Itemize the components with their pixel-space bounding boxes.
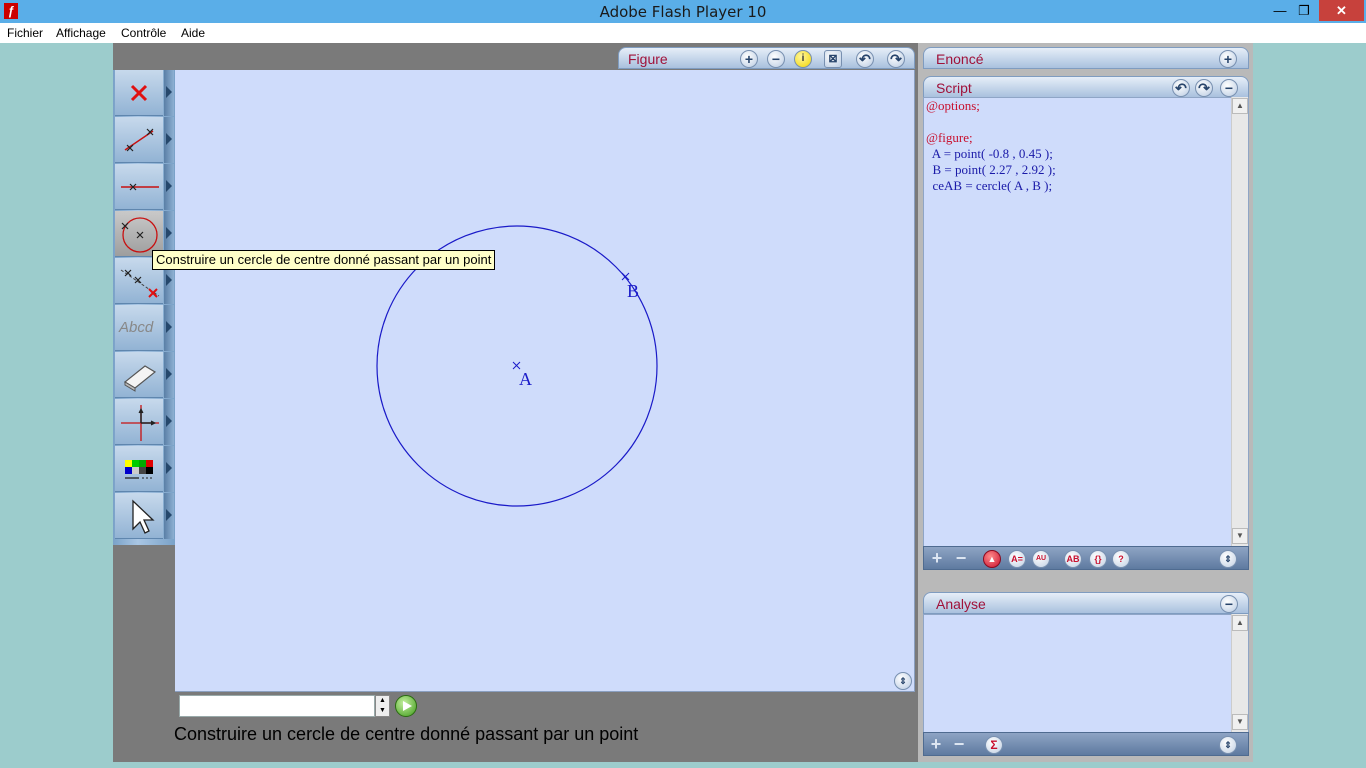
eraser-icon	[123, 365, 157, 392]
enonce-panel-title: Enoncé	[936, 51, 984, 67]
script-line-6: ceAB = cercle( A , B );	[926, 178, 1053, 193]
tool-text-button[interactable]: Abcd	[115, 305, 163, 351]
tool-line-button[interactable]	[115, 164, 163, 210]
script-line-4: A = point( -0.8 , 0.45 );	[926, 146, 1053, 161]
analyse-panel-header: Analyse −	[923, 592, 1249, 614]
script-line-3: @figure;	[926, 130, 973, 145]
analyse-toggle-icon[interactable]: ⇕	[1219, 736, 1237, 754]
enonce-expand-button[interactable]: +	[1219, 50, 1237, 68]
script-collapse-button[interactable]: −	[1220, 79, 1238, 97]
menu-controle[interactable]: Contrôle	[121, 26, 166, 40]
script-toolbar: + − ▲ A= AU AB {} ? ⇕	[923, 546, 1249, 570]
tool-colors-button[interactable]	[115, 446, 163, 492]
tool-eraser-button[interactable]	[115, 352, 163, 398]
command-spinner[interactable]: ▲ ▼	[375, 695, 390, 717]
run-command-button[interactable]	[395, 695, 417, 717]
point-b-label: B	[627, 281, 639, 301]
tool-pointer-button[interactable]	[115, 493, 163, 539]
palette-icon	[125, 460, 153, 479]
minimize-button[interactable]: —	[1268, 0, 1292, 21]
tool-tooltip: Construire un cercle de centre donné pas…	[152, 250, 496, 270]
redo-button[interactable]: ↷	[887, 50, 905, 68]
tool-segment-button[interactable]	[115, 117, 163, 163]
window-title: Adobe Flash Player 10	[599, 3, 767, 21]
line-icon	[121, 183, 159, 191]
script-add-button[interactable]: +	[928, 549, 946, 568]
red-x-icon	[130, 84, 148, 102]
tool-axes-submenu-arrow[interactable]	[164, 399, 174, 445]
enonce-panel-header[interactable]: Enoncé +	[923, 47, 1249, 69]
figure-panel-header: Figure + − i ⊠ ↶ ↷	[618, 47, 915, 69]
script-scrollbar[interactable]: ▲ ▼	[1231, 97, 1248, 547]
fit-view-button[interactable]: ⊠	[824, 50, 842, 68]
axes-icon	[121, 405, 159, 441]
tool-axes-button[interactable]	[115, 399, 163, 445]
menu-bar: Fichier Affichage Contrôle Aide	[0, 23, 1366, 43]
analyse-toolbar: + − Σ ⇕	[923, 732, 1249, 756]
tool-delete-submenu-arrow[interactable]	[164, 70, 174, 116]
text-icon: Abcd	[119, 319, 154, 336]
zoom-in-button[interactable]: +	[740, 50, 758, 68]
tool-eraser-submenu-arrow[interactable]	[164, 352, 174, 398]
info-button[interactable]: i	[794, 50, 812, 68]
menu-fichier[interactable]: Fichier	[7, 26, 43, 40]
tool-colors-submenu-arrow[interactable]	[164, 446, 174, 492]
script-toggle-icon[interactable]: ⇕	[1219, 550, 1237, 568]
tool-delete-button[interactable]	[115, 70, 163, 116]
analyse-add-button[interactable]: +	[927, 735, 945, 754]
bottom-strip	[113, 762, 1253, 768]
point-a-marker[interactable]	[512, 361, 521, 370]
script-triangle-icon[interactable]: ▲	[983, 550, 1001, 568]
tool-pointer-submenu-arrow[interactable]	[164, 493, 174, 539]
figure-scroll-toggle-icon[interactable]: ⇕	[894, 672, 912, 690]
close-button[interactable]: ✕	[1319, 0, 1364, 21]
script-auto-icon[interactable]: AU	[1032, 550, 1050, 568]
segment-icon	[124, 128, 154, 152]
script-code[interactable]: @options; @figure; A = point( -0.8 , 0.4…	[926, 98, 1056, 194]
analyse-panel-title: Analyse	[936, 596, 986, 612]
maximize-button[interactable]: ❐	[1292, 0, 1316, 21]
zoom-out-button[interactable]: −	[767, 50, 785, 68]
menu-affichage[interactable]: Affichage	[56, 26, 106, 40]
script-undo-button[interactable]: ↶	[1172, 79, 1190, 97]
script-remove-button[interactable]: −	[952, 549, 970, 568]
tool-text-submenu-arrow[interactable]	[164, 305, 174, 351]
analyse-scroll-up[interactable]: ▲	[1232, 615, 1248, 631]
figure-canvas[interactable]: A B ⇕	[175, 70, 915, 692]
point-b-marker[interactable]	[621, 272, 630, 281]
undo-button[interactable]: ↶	[856, 50, 874, 68]
script-line-5: B = point( 2.27 , 2.92 );	[926, 162, 1056, 177]
script-scroll-down[interactable]: ▼	[1232, 528, 1248, 544]
script-assign-icon[interactable]: A=	[1008, 550, 1026, 568]
tool-segment-submenu-arrow[interactable]	[164, 117, 174, 163]
script-panel-title: Script	[936, 80, 972, 96]
command-input[interactable]	[179, 695, 375, 717]
analyse-scroll-down[interactable]: ▼	[1232, 714, 1248, 730]
analyse-collapse-button[interactable]: −	[1220, 595, 1238, 613]
script-ab-icon[interactable]: AB	[1064, 550, 1082, 568]
analyse-remove-button[interactable]: −	[950, 735, 968, 754]
point-a-label: A	[519, 369, 532, 389]
tool-line-submenu-arrow[interactable]	[164, 164, 174, 210]
script-redo-button[interactable]: ↷	[1195, 79, 1213, 97]
analyse-sum-icon[interactable]: Σ	[985, 736, 1003, 754]
figure-drawing: A B	[376, 225, 658, 507]
analyse-scrollbar[interactable]: ▲ ▼	[1231, 614, 1248, 734]
window-titlebar: ƒ Adobe Flash Player 10 — ❐ ✕	[0, 0, 1366, 23]
figure-panel-title: Figure	[628, 51, 668, 67]
status-message: Construire un cercle de centre donné pas…	[174, 724, 639, 744]
script-braces-icon[interactable]: {}	[1089, 550, 1107, 568]
tool-palette: Abcd	[113, 70, 175, 545]
script-line-1: @options;	[926, 98, 980, 113]
script-panel-header: Script ↶ ↷ −	[923, 76, 1249, 98]
menu-aide[interactable]: Aide	[181, 26, 205, 40]
analyse-editor[interactable]	[923, 614, 1249, 734]
script-help-icon[interactable]: ?	[1112, 550, 1130, 568]
script-scroll-up[interactable]: ▲	[1232, 98, 1248, 114]
cursor-icon	[132, 499, 155, 534]
